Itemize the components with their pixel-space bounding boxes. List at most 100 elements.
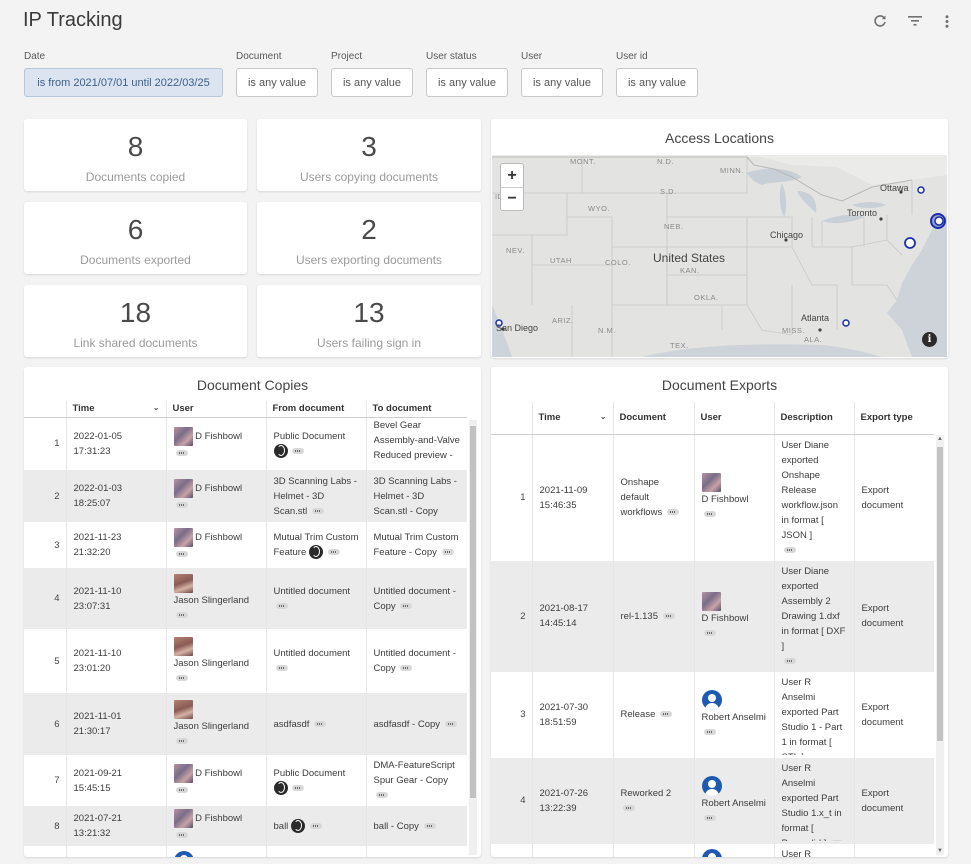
tile-link-shared[interactable]: 18 Link shared documents	[24, 285, 247, 357]
to-document[interactable]: ball - Copy	[374, 821, 419, 832]
more-icon[interactable]	[400, 665, 413, 672]
more-icon[interactable]	[622, 804, 635, 811]
scrollbar-thumb[interactable]	[937, 447, 943, 741]
document-name[interactable]: rel-1.135	[621, 611, 659, 622]
to-document[interactable]: Bevel Gear Assembly-and-Valve Reduced pr…	[374, 420, 460, 464]
more-icon[interactable]	[662, 612, 675, 619]
more-icon[interactable]	[175, 737, 188, 744]
tile-value: 6	[127, 214, 144, 245]
from-document[interactable]: Untitled document	[274, 586, 351, 597]
refresh-icon[interactable]	[871, 12, 889, 30]
more-icon[interactable]	[444, 720, 457, 727]
more-icon[interactable]	[175, 832, 188, 839]
zoom-in-button[interactable]: +	[501, 164, 523, 187]
table-row[interactable]: 4 2021-07-26 13:22:39 Reworked 2 Robert …	[491, 757, 934, 844]
tile-documents-copied[interactable]: 8 Documents copied	[24, 119, 247, 191]
more-icon[interactable]	[660, 711, 672, 718]
from-document[interactable]: asdfasdf	[274, 719, 310, 730]
more-icon[interactable]	[375, 792, 388, 799]
tile-users-failing-sign-in[interactable]: 13 Users failing sign in	[257, 285, 481, 357]
from-document[interactable]: ball	[274, 821, 289, 832]
exports-col-description[interactable]: Description	[773, 402, 854, 435]
copies-col-to[interactable]: To document	[365, 401, 467, 418]
more-icon[interactable]	[175, 551, 188, 558]
from-document[interactable]: Public Document	[274, 431, 346, 442]
more-icon[interactable]	[175, 674, 188, 681]
more-icon[interactable]	[292, 784, 305, 791]
more-icon[interactable]	[175, 786, 188, 793]
scroll-down-icon[interactable]: ▼	[936, 847, 944, 855]
filter-project-value[interactable]: is any value	[331, 68, 413, 97]
document-name[interactable]: Onshape default workflows	[621, 477, 663, 518]
table-row[interactable]: 5 2021-11-10 23:01:20 Jason Slingerland …	[24, 629, 467, 693]
table-row[interactable]: 4 2021-11-10 23:07:31 Jason Slingerland …	[24, 568, 467, 629]
tile-documents-exported[interactable]: 6 Documents exported	[24, 202, 247, 274]
more-icon[interactable]	[400, 602, 413, 609]
from-document[interactable]: Public Document	[274, 768, 346, 779]
to-document[interactable]: Untitled document - Copy	[374, 648, 456, 674]
map-canvas[interactable]: MONT. N.D. MINN. S.D. WYO. IDAHO NEB. NE…	[492, 155, 947, 357]
filter-lines-icon[interactable]	[906, 12, 924, 30]
table-row[interactable]: 2 2021-08-17 14:45:14 rel-1.135 D Fishbo…	[491, 560, 934, 672]
table-row[interactable]: 1 2021-11-09 15:46:35 Onshape default wo…	[491, 434, 934, 561]
map-info-icon[interactable]: i	[922, 332, 937, 347]
scrollbar-thumb[interactable]	[470, 426, 476, 798]
more-icon[interactable]	[423, 822, 436, 829]
table-row[interactable]: 8 2021-07-21 13:21:32 D Fishbowl ball ba…	[24, 806, 467, 846]
table-row[interactable]: User R Anselmi exported Part	[491, 843, 934, 857]
exports-col-document[interactable]: Document	[612, 402, 694, 435]
tile-users-exporting[interactable]: 2 Users exporting documents	[257, 202, 481, 274]
filter-user-status-value[interactable]: is any value	[426, 68, 508, 97]
more-icon[interactable]	[783, 657, 796, 664]
to-document[interactable]: 3D Scanning Labs - Helmet - 3D Scan.stl …	[374, 476, 457, 517]
table-row[interactable]: 7 2021-09-21 15:45:15 D Fishbowl Public …	[24, 755, 467, 806]
more-icon[interactable]	[275, 602, 288, 609]
exports-col-time[interactable]: Time ⌄	[531, 402, 613, 435]
scroll-up-icon[interactable]: ▲	[936, 435, 944, 443]
more-icon[interactable]	[783, 546, 796, 553]
more-icon[interactable]	[831, 839, 844, 841]
table-row[interactable]: 1 2022-01-05 17:31:23 D Fishbowl Public …	[24, 417, 467, 470]
filter-date-value[interactable]: is from 2021/07/01 until 2022/03/25	[24, 68, 223, 97]
more-icon[interactable]	[311, 507, 324, 514]
more-icon[interactable]	[309, 822, 322, 829]
more-icon[interactable]	[314, 720, 327, 727]
copies-scrollbar[interactable]	[469, 420, 477, 855]
more-icon[interactable]	[327, 549, 340, 556]
more-icon[interactable]	[175, 502, 188, 509]
tile-users-copying[interactable]: 3 Users copying documents	[257, 119, 481, 191]
copies-col-from[interactable]: From document	[265, 401, 366, 418]
to-document[interactable]: DMA-FeatureScript Spur Gear - Copy	[374, 760, 455, 786]
row-export-type: Export document	[853, 671, 934, 758]
more-icon[interactable]	[292, 448, 305, 455]
filter-user-value[interactable]: is any value	[521, 68, 603, 97]
filter-document-value[interactable]: is any value	[236, 68, 318, 97]
more-icon[interactable]	[703, 511, 716, 518]
exports-col-user[interactable]: User	[693, 402, 774, 435]
vertical-dots-icon[interactable]	[938, 12, 956, 30]
copies-col-user[interactable]: User	[165, 401, 266, 418]
from-document[interactable]: Untitled document	[274, 648, 351, 659]
table-row[interactable]	[24, 846, 467, 857]
filter-user-id-value[interactable]: is any value	[616, 68, 698, 97]
table-row[interactable]: 3 2021-11-23 21:32:20 D Fishbowl Mutual …	[24, 522, 467, 568]
table-row[interactable]: 6 2021-11-01 21:30:17 Jason Slingerland …	[24, 693, 467, 755]
more-icon[interactable]	[666, 509, 679, 516]
table-row[interactable]: 3 2021-07-30 18:51:59 Release Robert Ans…	[491, 671, 934, 758]
more-icon[interactable]	[703, 629, 716, 636]
document-name[interactable]: Release	[621, 709, 656, 720]
copies-col-time[interactable]: Time ⌄	[65, 401, 166, 418]
more-icon[interactable]	[175, 612, 188, 619]
more-icon[interactable]	[703, 814, 716, 821]
document-name[interactable]: Reworked 2	[621, 788, 672, 799]
more-icon[interactable]	[441, 549, 454, 556]
exports-col-export-type[interactable]: Export type	[853, 402, 934, 435]
more-icon[interactable]	[175, 450, 188, 457]
to-document[interactable]: Untitled document - Copy	[374, 586, 456, 612]
more-icon[interactable]	[703, 728, 716, 735]
zoom-out-button[interactable]: −	[501, 187, 523, 210]
more-icon[interactable]	[275, 665, 288, 672]
exports-scrollbar[interactable]: ▲ ▼	[936, 435, 944, 855]
to-document[interactable]: asdfasdf - Copy	[374, 719, 441, 730]
table-row[interactable]: 2 2022-01-03 18:25:07 D Fishbowl 3D Scan…	[24, 470, 467, 522]
